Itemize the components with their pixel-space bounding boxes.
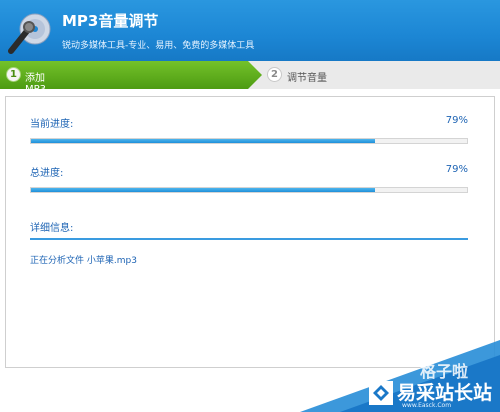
app-header: MP3音量调节 锐动多媒体工具-专业、易用、免费的多媒体工具 bbox=[0, 0, 500, 61]
total-progress-label: 总进度: bbox=[30, 168, 64, 179]
progress-panel: 当前进度: 79% 总进度: 79% 详细信息: 正在分析文件 小苹果.mp3 bbox=[5, 96, 495, 368]
current-progress-bar bbox=[30, 138, 468, 144]
details-divider bbox=[30, 238, 468, 240]
step-2-label: 调节音量 bbox=[287, 73, 327, 84]
watermark-logo-icon bbox=[369, 381, 393, 405]
current-progress-fill bbox=[31, 139, 376, 143]
step-2-number: 2 bbox=[267, 67, 282, 82]
step-1-number: 1 bbox=[6, 67, 21, 82]
watermark-url: www.Easck.Com bbox=[402, 402, 452, 409]
status-text: 正在分析文件 小苹果.mp3 bbox=[30, 256, 137, 266]
app-subtitle: 锐动多媒体工具-专业、易用、免费的多媒体工具 bbox=[62, 41, 255, 51]
app-title: MP3音量调节 bbox=[62, 12, 159, 30]
step-bar: 1 添加MP3文件 2 调节音量 bbox=[0, 61, 500, 110]
total-progress-fill bbox=[31, 188, 376, 192]
total-progress-bar bbox=[30, 187, 468, 193]
current-progress-percent: 79% bbox=[445, 115, 468, 126]
microphone-cd-icon bbox=[8, 13, 51, 54]
details-label: 详细信息: bbox=[30, 223, 74, 234]
watermark-line2: 易采站长站 bbox=[397, 382, 493, 404]
current-progress-label: 当前进度: bbox=[30, 119, 74, 130]
total-progress-percent: 79% bbox=[445, 164, 468, 175]
